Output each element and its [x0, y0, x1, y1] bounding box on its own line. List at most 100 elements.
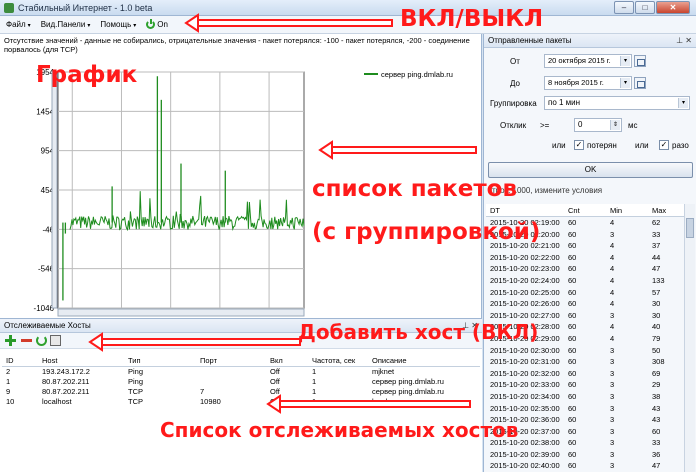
chevron-down-icon: ▾	[133, 23, 137, 29]
menu-file-label: Файл	[6, 20, 26, 29]
table-cell: сервер ping.dmlab.ru	[372, 387, 444, 396]
menu-help-label: Помощь	[100, 20, 132, 29]
from-date-field[interactable]: 20 октября 2015 г. ▾	[544, 54, 632, 68]
to-date-field[interactable]: 8 ноября 2015 г. ▾	[544, 76, 632, 90]
ok-button[interactable]: OK	[488, 162, 693, 178]
response-input[interactable]: 0 ⇕	[574, 118, 622, 132]
pin-close-icons[interactable]: ⊥ ✕	[676, 34, 692, 47]
table-cell: 60	[568, 333, 577, 343]
table-cell: Off	[270, 367, 280, 376]
table-row[interactable]: 2015-10-20 02:23:00 60 4 47	[486, 263, 684, 275]
table-cell: 60	[568, 264, 577, 274]
table-row[interactable]: 2015-10-20 02:35:00 60 3 43	[486, 403, 684, 415]
annotation-onoff: ВКЛ/ВЫКЛ	[400, 6, 544, 32]
table-cell: 3	[610, 403, 615, 413]
table-cell: Off	[270, 387, 280, 396]
table-cell: 40	[652, 322, 661, 332]
table-cell: 4	[610, 218, 615, 227]
tcp-break-checkbox[interactable]: ✓	[659, 140, 669, 150]
table-cell: 2	[6, 367, 11, 376]
table-row[interactable]: 2015-10-20 02:26:00 60 4 30	[486, 298, 684, 310]
table-cell: 2015-10-20 02:34:00	[490, 391, 560, 401]
col-dt[interactable]: DT	[486, 204, 568, 216]
table-cell: 3	[610, 426, 615, 436]
table-row[interactable]: 2015-10-20 02:31:00 60 3 308	[486, 356, 684, 368]
annotation-add-host: Добавить хост (ВКЛ)	[298, 320, 539, 344]
table-cell: 2015-10-20 02:32:00	[490, 368, 560, 378]
table-row[interactable]: 10 localhost TCP 10980 Off 1 local	[2, 397, 480, 407]
minimize-button[interactable]: –	[614, 1, 634, 14]
response-operator: >=	[540, 120, 550, 130]
table-row[interactable]: 9 80.87.202.211 TCP 7 Off 1 сервер ping.dmlab.…	[2, 387, 480, 397]
window-controls: – □ ✕	[614, 1, 690, 14]
table-cell: 33	[652, 438, 661, 448]
table-cell: 1	[312, 387, 317, 396]
lost-checkbox[interactable]: ✓	[574, 140, 584, 150]
col-max[interactable]: Max	[652, 204, 684, 216]
table-row[interactable]: 2 193.243.172.2 Ping Off 1 mjknet	[2, 367, 480, 377]
table-cell: 4	[610, 322, 615, 332]
to-row: До 8 ноября 2015 г. ▾	[510, 76, 646, 90]
packets-panel-title: Отправленные пакеты	[488, 36, 572, 45]
table-row[interactable]: 2015-10-20 02:24:00 60 4 133	[486, 275, 684, 287]
col-host[interactable]: Host	[42, 355, 128, 366]
table-cell: 2015-10-20 02:31:00	[490, 357, 560, 367]
response-label: Отклик	[500, 120, 527, 130]
table-cell: 60	[568, 461, 577, 471]
col-port[interactable]: Порт	[200, 355, 270, 366]
menu-help[interactable]: Помощь ▾	[100, 20, 136, 29]
col-cnt[interactable]: Cnt	[568, 204, 610, 216]
to-label: До	[510, 78, 520, 88]
grouping-select[interactable]: по 1 мин ▾	[544, 96, 690, 110]
table-cell: 60	[568, 380, 577, 390]
calendar-icon[interactable]	[634, 77, 646, 89]
packets-scrollbar[interactable]	[684, 204, 695, 472]
table-cell: 3	[610, 310, 615, 320]
table-cell: 10	[6, 397, 15, 406]
table-row[interactable]: 2015-10-20 02:39:00 60 3 36	[486, 449, 684, 461]
col-enabled[interactable]: Вкл	[270, 355, 312, 366]
table-cell: 36	[652, 449, 661, 459]
col-frequency[interactable]: Частота, сек	[312, 355, 372, 366]
table-row[interactable]: 2015-10-20 02:40:00 60 3 47	[486, 460, 684, 472]
remove-host-icon[interactable]	[20, 334, 33, 347]
table-cell: 60	[568, 391, 577, 401]
add-host-icon[interactable]	[4, 334, 17, 347]
stop-icon[interactable]	[50, 335, 61, 346]
table-cell: 4	[610, 264, 615, 274]
table-cell: 4	[610, 333, 615, 343]
table-cell: 60	[568, 426, 577, 436]
table-row[interactable]: 1 80.87.202.211 Ping Off 1 сервер ping.dmlab.…	[2, 377, 480, 387]
scrollbar-thumb[interactable]	[686, 218, 694, 238]
tcp-break-label: разо	[672, 140, 689, 150]
table-row[interactable]: 2015-10-20 02:33:00 60 3 29	[486, 379, 684, 391]
menu-file[interactable]: Файл ▾	[6, 20, 31, 29]
col-description[interactable]: Описание	[372, 355, 472, 366]
power-icon[interactable]	[36, 335, 47, 346]
window-title: Стабильный Интернет - 1.0 beta	[18, 3, 153, 13]
grouping-value: по 1 мин	[548, 98, 581, 107]
maximize-button[interactable]: □	[635, 1, 655, 14]
table-row[interactable]: 2015-10-20 02:34:00 60 3 38	[486, 391, 684, 403]
table-cell: 4	[610, 287, 615, 297]
table-row[interactable]: 2015-10-20 02:30:00 60 3 50	[486, 345, 684, 357]
table-row[interactable]: 2015-10-20 02:25:00 60 4 57	[486, 287, 684, 299]
on-toggle-button[interactable]: On	[146, 19, 168, 29]
from-date-value: 20 октября 2015 г.	[548, 56, 611, 65]
table-row[interactable]: 2015-10-20 02:32:00 60 3 69	[486, 368, 684, 380]
table-cell: 79	[652, 333, 661, 343]
col-id[interactable]: ID	[2, 355, 42, 366]
col-min[interactable]: Min	[610, 204, 652, 216]
close-button[interactable]: ✕	[656, 1, 690, 14]
table-cell: 3	[610, 345, 615, 355]
calendar-icon[interactable]	[634, 55, 646, 67]
col-type[interactable]: Тип	[128, 355, 200, 366]
table-cell: 37	[652, 241, 661, 251]
table-cell: 43	[652, 415, 661, 425]
response-unit: мс	[628, 120, 638, 130]
annotation-graph: График	[36, 62, 138, 88]
spinner-icon[interactable]: ⇕	[610, 120, 620, 130]
table-cell: Ping	[128, 377, 144, 386]
table-row[interactable]: 2015-10-20 02:22:00 60 4 44	[486, 252, 684, 264]
menu-view-panels[interactable]: Вид.Панели ▾	[41, 20, 91, 29]
